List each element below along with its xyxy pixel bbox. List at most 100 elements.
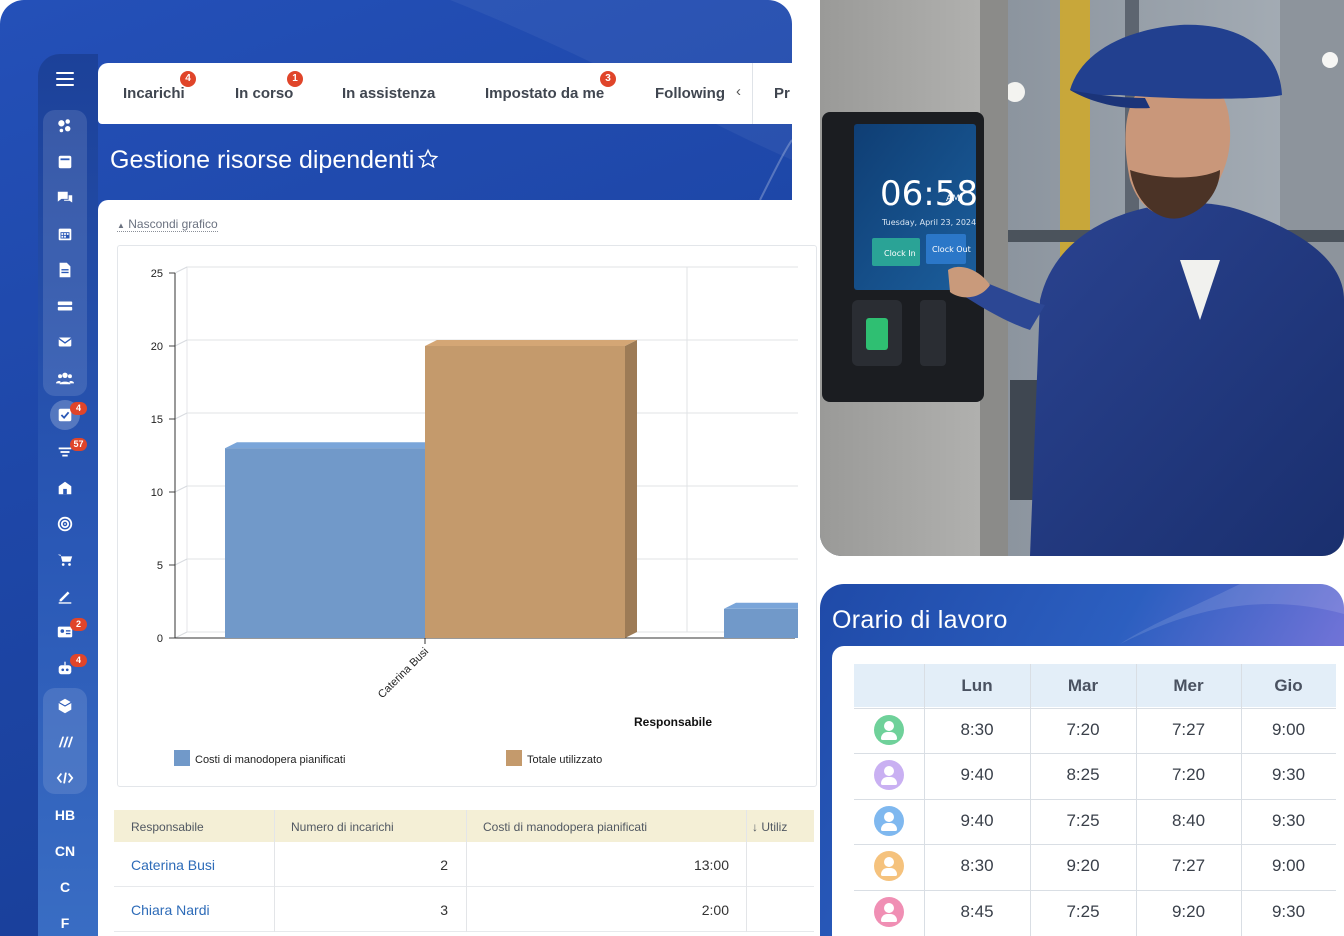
column-divider — [924, 664, 925, 936]
drive-icon — [57, 301, 73, 311]
schedule-time-cell: 7:20 — [1066, 720, 1100, 739]
sidebar-item-chat[interactable] — [38, 182, 92, 214]
avatar — [874, 805, 904, 836]
legend-label: Costi di manodopera pianificati — [195, 754, 345, 766]
schedule-time-cell: 9:30 — [1271, 765, 1306, 785]
document-icon — [59, 262, 71, 278]
sidebar-item-hb[interactable]: HB — [38, 799, 92, 831]
day-header: Gio — [1241, 664, 1336, 707]
cart-icon — [57, 554, 73, 566]
schedule-time-cell: 8:25 — [1066, 765, 1100, 785]
y-tick-label: 5 — [157, 560, 163, 572]
schedule-time-cell: 9:20 — [1066, 856, 1100, 876]
report-panel: ▲ Nascondi grafico 0 5 10 15 20 25 Caterina Bu… — [98, 200, 818, 936]
schedule-time-cell: 7:25 — [1066, 810, 1100, 830]
tab-badge: 1 — [287, 71, 303, 87]
sidebar-item-f[interactable]: F — [38, 907, 92, 936]
sidebar-item-c[interactable]: C — [38, 871, 92, 903]
day-header: Mer — [1136, 664, 1241, 707]
row-divider — [854, 708, 1336, 709]
sidebar: 4 57 2 4 HB CN C F — [38, 54, 98, 936]
bar-top — [225, 442, 437, 449]
chart-container: 0 5 10 15 20 25 Caterina Busi Responsabile Costi… — [117, 245, 817, 787]
hamburger-menu-icon[interactable] — [56, 72, 74, 90]
column-header-utilizzato[interactable]: ↓ Utiliz — [752, 820, 787, 834]
calendar-icon — [58, 228, 72, 241]
y-tick-label: 25 — [151, 268, 163, 280]
sidebar-item-cn[interactable]: CN — [38, 835, 92, 867]
sidebar-item-employees[interactable] — [38, 362, 92, 394]
sidebar-item-drive[interactable] — [38, 290, 92, 322]
collapse-icon: ▲ — [117, 221, 125, 230]
gridline-diagonal — [174, 631, 188, 639]
hide-chart-link[interactable]: ▲ Nascondi grafico — [117, 217, 218, 232]
sidebar-item-goals[interactable] — [38, 508, 92, 540]
clock-in-button: Clock In — [884, 249, 916, 258]
sidebar-item-sign[interactable] — [38, 580, 92, 612]
code-icon — [56, 772, 74, 784]
tab-label: In corso — [235, 85, 294, 102]
tab-more[interactable]: Pr — [774, 85, 790, 102]
sidebar-item-market[interactable] — [38, 690, 92, 722]
y-tick-label: 10 — [151, 487, 163, 499]
avatar — [874, 715, 904, 745]
sidebar-item-dashboard[interactable] — [38, 110, 92, 142]
bar-top — [724, 602, 798, 609]
gridline-diagonal — [174, 339, 188, 347]
tab-impostato-da-me[interactable]: Impostato da me 3 — [485, 71, 616, 102]
schedule-header-corner — [854, 664, 924, 707]
responsabile-link[interactable]: Chiara Nardi — [131, 902, 210, 918]
column-divider — [1241, 664, 1242, 936]
sidebar-item-documents[interactable] — [38, 254, 92, 286]
sidebar-item-store[interactable] — [38, 472, 92, 504]
tab-incarichi[interactable]: Incarichi 4 — [123, 71, 196, 102]
avatar — [874, 760, 904, 791]
column-header-costi[interactable]: Costi di manodopera pianificati — [483, 820, 647, 834]
sidebar-item-mail[interactable] — [38, 326, 92, 358]
legend-swatch — [506, 750, 522, 766]
employee-avatar-cell — [854, 799, 924, 843]
employee-avatar-cell — [854, 890, 924, 934]
tab-in-corso[interactable]: In corso 1 — [235, 71, 303, 102]
stripes-icon — [58, 736, 74, 748]
schedule-time-cell: 7:20 — [1171, 765, 1206, 785]
tab-divider — [752, 63, 753, 124]
cell-numero: 2 — [440, 857, 448, 873]
schedule-time-cell: 9:30 — [1271, 901, 1306, 921]
column-header-responsabile[interactable]: Responsabile — [131, 820, 204, 834]
row-divider — [854, 889, 1336, 891]
tab-label: Incarichi — [123, 85, 185, 102]
responsabile-link[interactable]: Caterina Busi — [131, 857, 215, 873]
tab-badge: 3 — [600, 71, 616, 87]
gridline-diagonal — [174, 558, 188, 566]
column-header-numero[interactable]: Numero di incarichi — [291, 820, 394, 834]
star-icon[interactable] — [417, 148, 439, 170]
crm-badge: 57 — [70, 438, 87, 451]
time-clock-photo: 06:58 AM Tuesday, April 23, 2024 Clock I… — [820, 0, 1344, 556]
sidebar-item-feed[interactable] — [38, 146, 92, 178]
sidebar-item-shop[interactable] — [38, 544, 92, 576]
tabs-scroll-left-icon[interactable]: ‹ — [736, 83, 741, 100]
store-icon — [58, 481, 72, 495]
tab-in-assistenza[interactable]: In assistenza — [342, 85, 435, 102]
schedule-time-cell: 9:00 — [1271, 856, 1306, 876]
sidebar-item-developer[interactable] — [38, 762, 92, 794]
x-tick-label: Caterina Busi — [376, 646, 431, 701]
contacts-badge: 2 — [70, 618, 87, 631]
schedule-time-cell: 7:25 — [1066, 901, 1100, 921]
factory-scene-illustration: 06:58 AM Tuesday, April 23, 2024 Clock I… — [820, 0, 1344, 556]
tab-following[interactable]: Following — [655, 85, 725, 102]
hide-chart-label: Nascondi grafico — [128, 217, 218, 231]
column-divider — [1030, 664, 1031, 936]
sidebar-item-marketing[interactable] — [38, 726, 92, 758]
automation-badge: 4 — [70, 654, 87, 667]
row-divider — [854, 798, 1336, 800]
schedule-panel: Lun Mar Mer Gio 8:30 7:20 7:27 9:00 9:40 8:25 7:20… — [832, 646, 1344, 936]
schedule-time-cell: 8:40 — [1171, 810, 1206, 830]
row-divider — [854, 844, 1336, 846]
newspaper-icon — [58, 155, 72, 169]
tab-label: Impostato da me — [485, 85, 605, 102]
sidebar-item-calendar[interactable] — [38, 218, 92, 250]
bar-side — [625, 340, 637, 638]
schedule-time-cell: 8:45 — [960, 901, 994, 921]
